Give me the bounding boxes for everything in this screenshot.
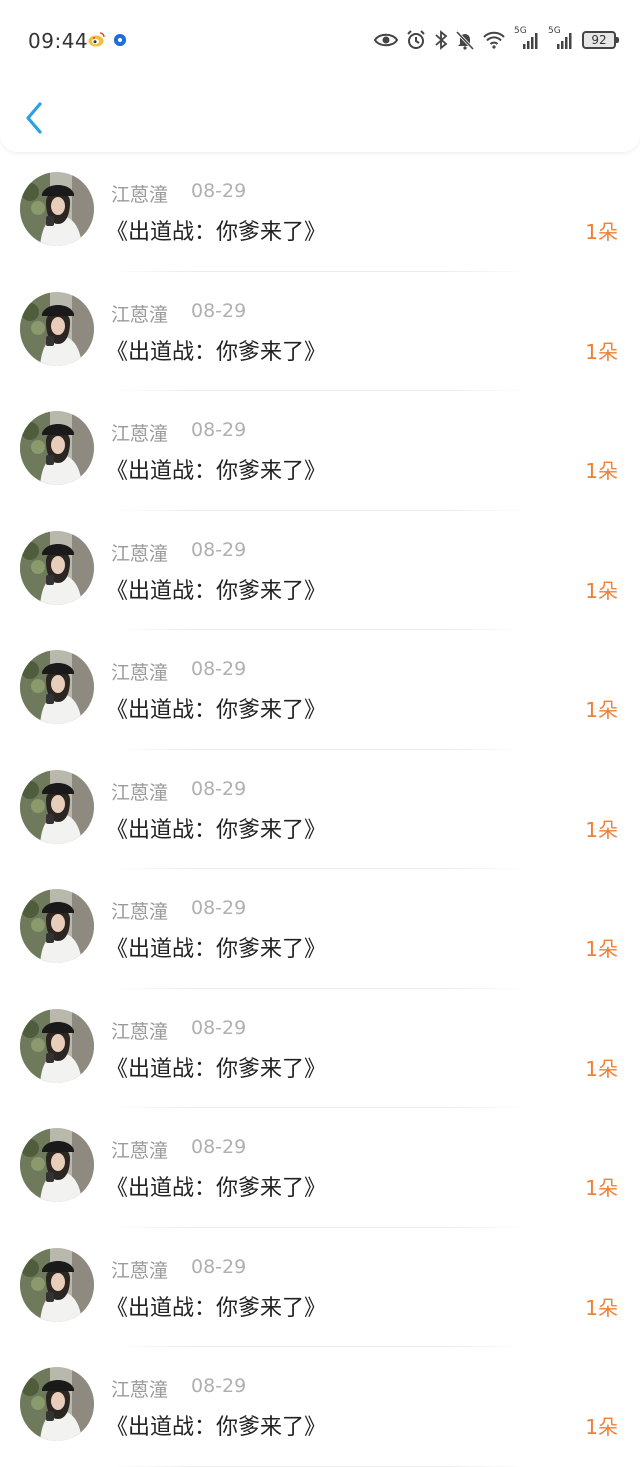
user-name[interactable]: 江蒽潼 — [111, 897, 168, 924]
avatar[interactable] — [20, 1008, 94, 1083]
list-item[interactable]: 江蒽潼 08-29 《出道战：你爹来了》 1朵 — [0, 750, 640, 869]
top-nav-bar — [0, 80, 640, 152]
flower-count: 1朵 — [585, 1415, 618, 1439]
flower-count: 1朵 — [585, 220, 618, 244]
notification-dot-icon — [114, 34, 126, 46]
work-title[interactable]: 《出道战：你爹来了》 — [106, 214, 326, 246]
avatar[interactable] — [20, 1128, 94, 1202]
record-date: 08-29 — [191, 1136, 247, 1158]
status-time: 09:44 — [28, 29, 89, 53]
battery-level: 92 — [591, 33, 607, 47]
list-item[interactable]: 江蒽潼 08-29 《出道战：你爹来了》 1朵 — [0, 1347, 640, 1467]
work-title[interactable]: 《出道战：你爹来了》 — [106, 573, 326, 605]
network-type-label: 5G — [514, 26, 527, 36]
work-title[interactable]: 《出道战：你爹来了》 — [106, 931, 326, 963]
record-date: 08-29 — [191, 1375, 247, 1397]
flower-count: 1朵 — [585, 937, 618, 961]
wifi-icon — [483, 31, 505, 49]
signal-group-1: 5G — [514, 26, 540, 50]
status-bar: 09:44 5G 5G 92 — [0, 0, 640, 80]
list-item[interactable]: 江蒽潼 08-29 《出道战：你爹来了》 1朵 — [0, 391, 640, 511]
avatar[interactable] — [20, 530, 94, 605]
avatar[interactable] — [20, 889, 94, 963]
flower-count: 1朵 — [585, 817, 618, 842]
status-icons: 5G 5G 92 — [374, 26, 619, 52]
battery-icon: 92 — [582, 31, 619, 49]
avatar[interactable] — [20, 291, 94, 366]
record-date: 08-29 — [191, 419, 247, 441]
flower-count: 1朵 — [585, 698, 618, 722]
record-date: 08-29 — [191, 1255, 247, 1278]
user-name[interactable]: 江蒽潼 — [111, 419, 168, 446]
list-item[interactable]: 江蒽潼 08-29 《出道战：你爹来了》 1朵 — [0, 511, 640, 630]
eye-icon — [374, 33, 398, 47]
signal-group-2: 5G — [548, 26, 574, 50]
record-date: 08-29 — [191, 538, 247, 561]
user-name[interactable]: 江蒽潼 — [111, 1375, 168, 1402]
list-item[interactable]: 江蒽潼 08-29 《出道战：你爹来了》 1朵 — [0, 152, 640, 272]
user-name[interactable]: 江蒽潼 — [111, 300, 168, 327]
bell-off-icon — [456, 30, 474, 50]
list-item[interactable]: 江蒽潼 08-29 《出道战：你爹来了》 1朵 — [0, 1228, 640, 1347]
user-name[interactable]: 江蒽潼 — [111, 1017, 168, 1044]
record-date: 08-29 — [191, 897, 247, 919]
alarm-icon — [407, 30, 425, 49]
back-button[interactable] — [20, 98, 52, 138]
work-title[interactable]: 《出道战：你爹来了》 — [106, 334, 326, 366]
work-title[interactable]: 《出道战：你爹来了》 — [106, 692, 326, 724]
divider — [110, 1465, 530, 1467]
record-date: 08-29 — [191, 180, 247, 202]
network-type-label: 5G — [548, 26, 561, 36]
flower-count: 1朵 — [585, 578, 618, 603]
flower-count: 1朵 — [585, 1056, 618, 1081]
weibo-icon — [88, 32, 105, 47]
record-date: 08-29 — [191, 1016, 247, 1039]
list-item[interactable]: 江蒽潼 08-29 《出道战：你爹来了》 1朵 — [0, 272, 640, 391]
flower-count: 1朵 — [585, 1176, 618, 1200]
avatar[interactable] — [20, 1367, 94, 1441]
avatar[interactable] — [20, 650, 94, 724]
list-item[interactable]: 江蒽潼 08-29 《出道战：你爹来了》 1朵 — [0, 989, 640, 1108]
list-item[interactable]: 江蒽潼 08-29 《出道战：你爹来了》 1朵 — [0, 869, 640, 989]
flower-count: 1朵 — [585, 1295, 618, 1320]
avatar[interactable] — [20, 411, 94, 485]
user-name[interactable]: 江蒽潼 — [111, 180, 168, 207]
record-date: 08-29 — [191, 299, 247, 322]
flower-count: 1朵 — [585, 339, 618, 364]
user-name[interactable]: 江蒽潼 — [111, 1256, 168, 1283]
flower-count: 1朵 — [585, 459, 618, 483]
list-item[interactable]: 江蒽潼 08-29 《出道战：你爹来了》 1朵 — [0, 630, 640, 750]
gift-record-list: 江蒽潼 08-29 《出道战：你爹来了》 1朵 江蒽潼 08-29 《出道战：你… — [0, 152, 640, 1467]
list-item[interactable]: 江蒽潼 08-29 《出道战：你爹来了》 1朵 — [0, 1108, 640, 1228]
avatar[interactable] — [20, 172, 94, 246]
avatar[interactable] — [20, 769, 94, 844]
avatar[interactable] — [20, 1247, 94, 1322]
work-title[interactable]: 《出道战：你爹来了》 — [106, 453, 326, 485]
work-title[interactable]: 《出道战：你爹来了》 — [106, 1170, 326, 1202]
user-name[interactable]: 江蒽潼 — [111, 539, 168, 566]
bluetooth-icon — [435, 30, 448, 50]
user-name[interactable]: 江蒽潼 — [111, 658, 168, 685]
work-title[interactable]: 《出道战：你爹来了》 — [106, 812, 326, 844]
work-title[interactable]: 《出道战：你爹来了》 — [106, 1051, 326, 1083]
user-name[interactable]: 江蒽潼 — [111, 1136, 168, 1163]
record-date: 08-29 — [191, 777, 247, 800]
user-name[interactable]: 江蒽潼 — [111, 778, 168, 805]
work-title[interactable]: 《出道战：你爹来了》 — [106, 1290, 326, 1322]
chevron-left-icon — [26, 102, 42, 134]
record-date: 08-29 — [191, 658, 247, 680]
